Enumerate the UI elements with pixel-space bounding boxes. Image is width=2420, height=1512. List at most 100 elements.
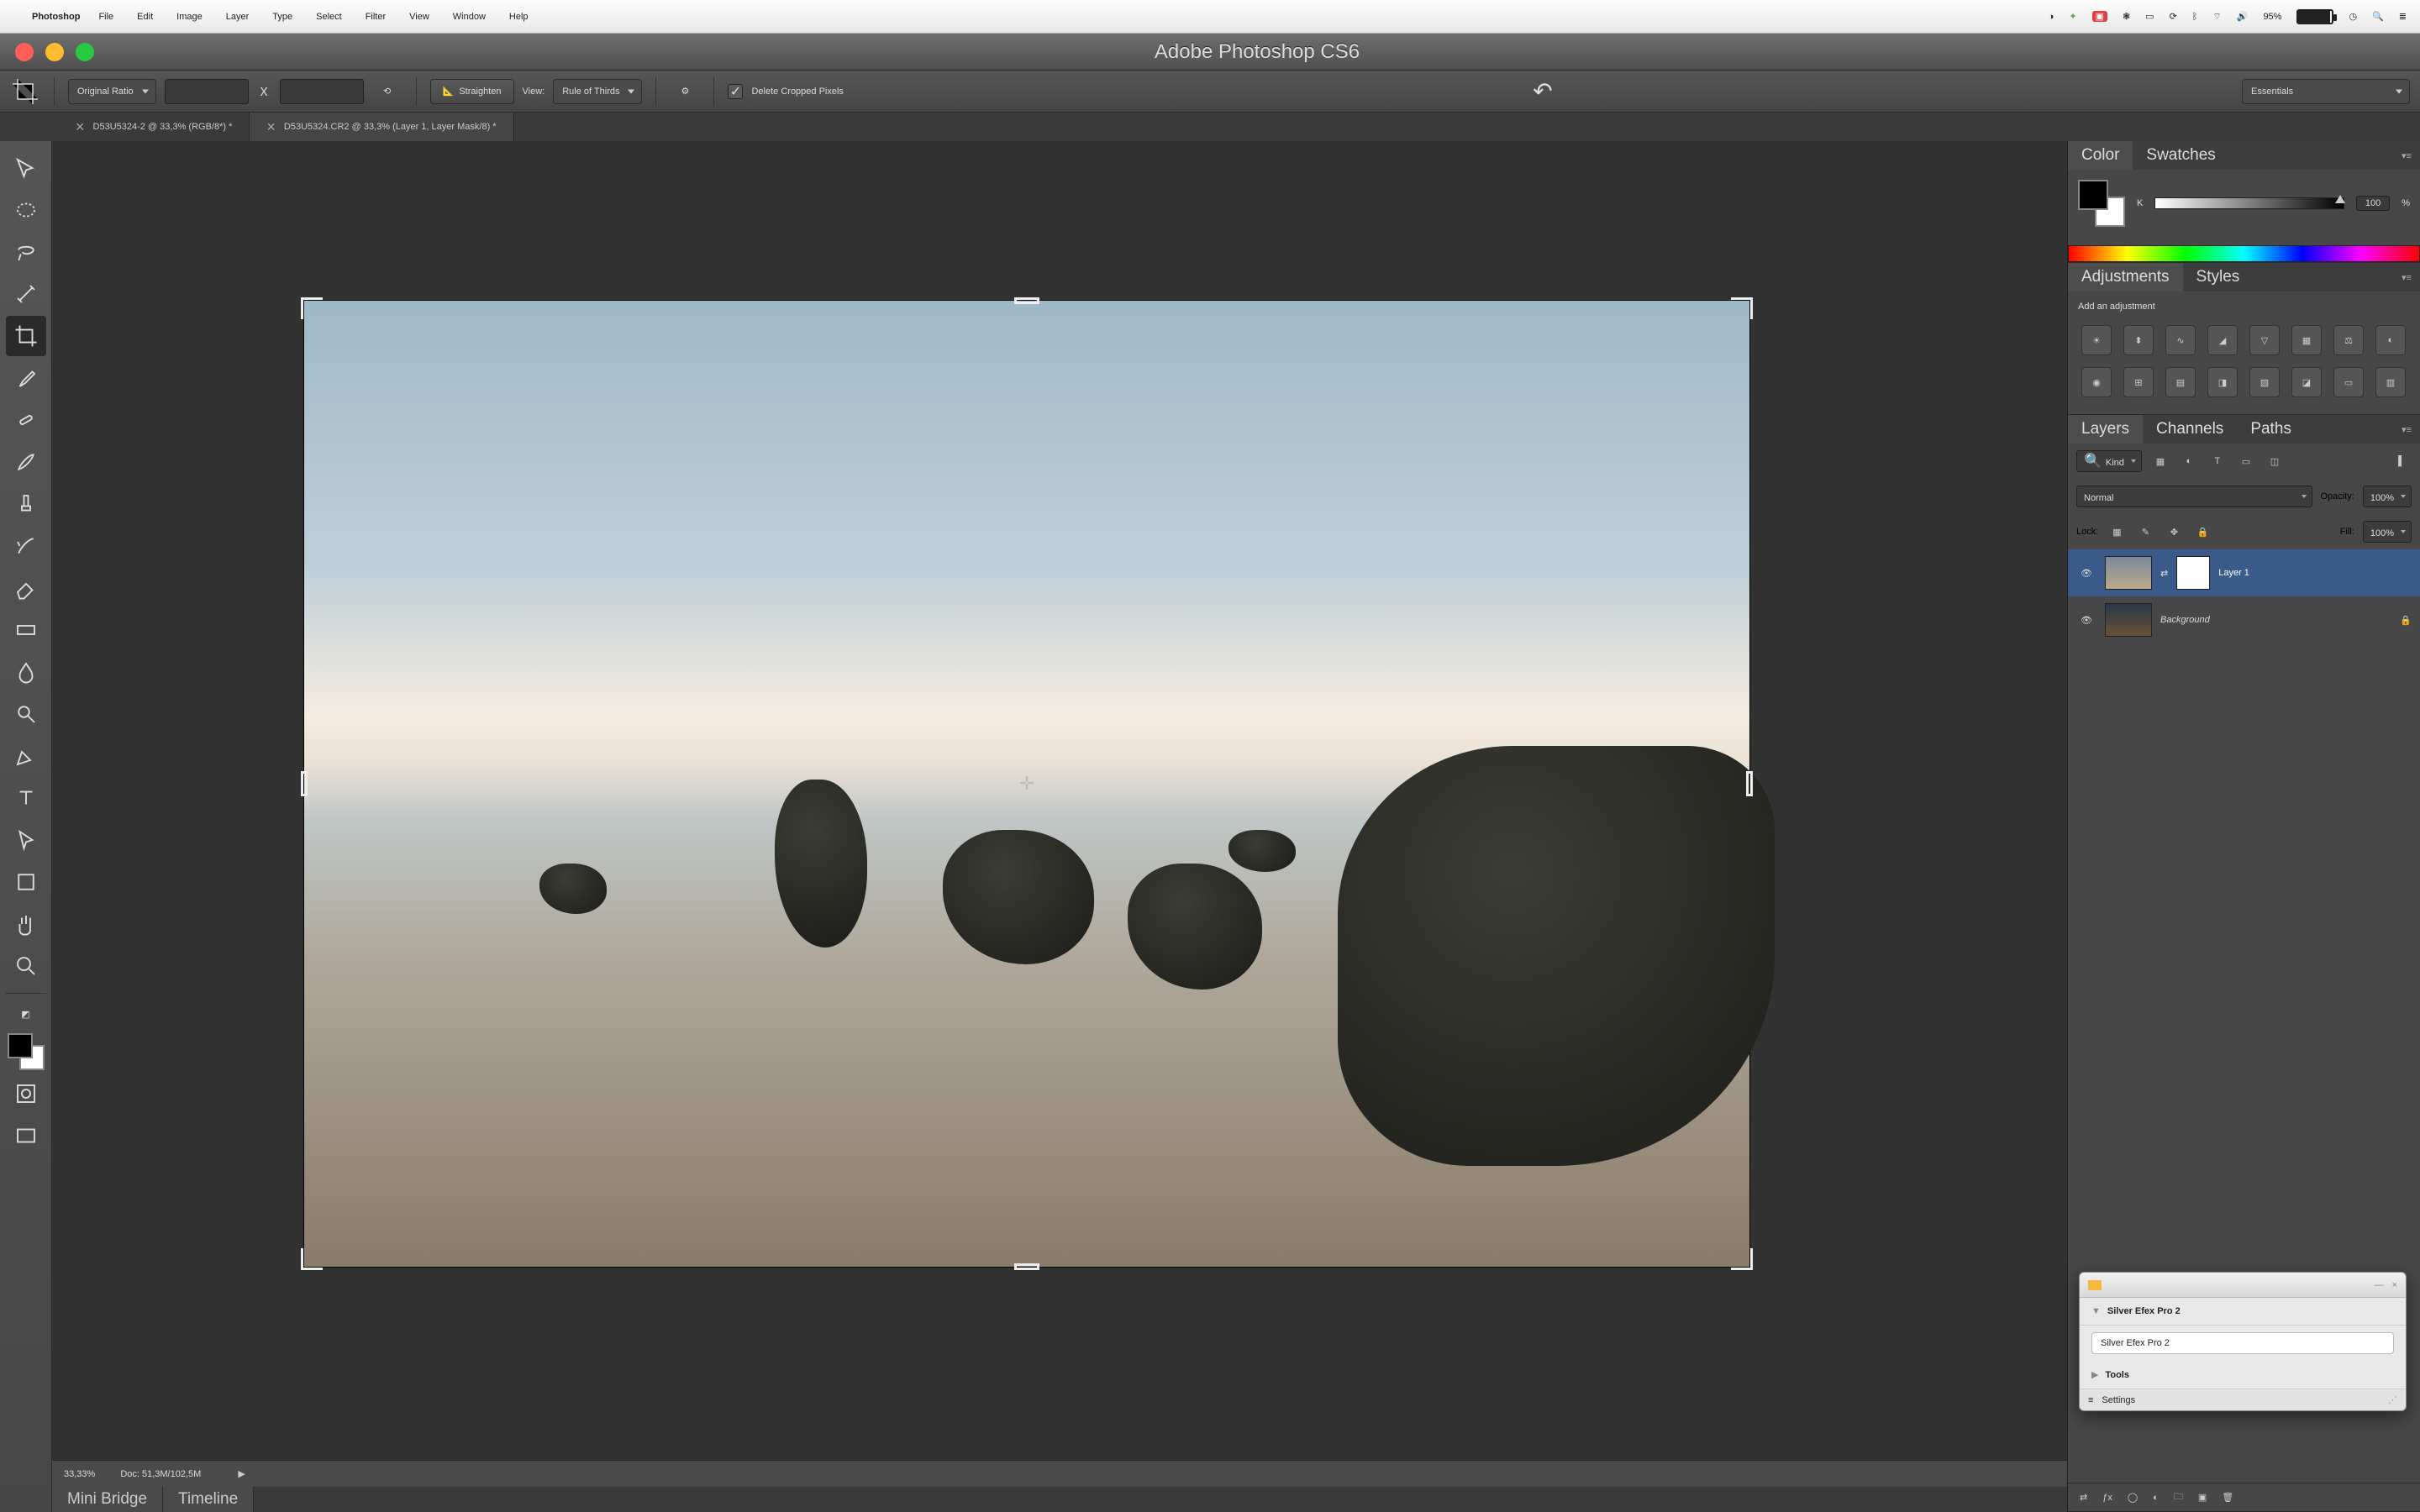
status-wifi-icon[interactable]: ⌔ <box>2212 11 2221 23</box>
status-sync-icon[interactable]: ◑ <box>2049 12 2054 22</box>
crop-options-gear-icon[interactable]: ⚙ <box>670 76 700 107</box>
crop-handle-bottom[interactable] <box>1014 1263 1039 1270</box>
crop-clear-icon[interactable]: ⟲ <box>372 76 402 107</box>
layer-thumbnail[interactable] <box>2105 556 2152 590</box>
adj-photofilter-icon[interactable]: ◉ <box>2081 367 2112 397</box>
tool-pen[interactable] <box>6 736 46 776</box>
status-timemachine-icon[interactable]: ⟳ <box>2170 11 2177 22</box>
menu-select[interactable]: Select <box>316 12 342 22</box>
tab-layers[interactable]: Layers <box>2068 415 2143 444</box>
zoom-level[interactable]: 33,33% <box>64 1469 95 1479</box>
crop-view-dropdown[interactable]: Rule of Thirds <box>553 79 642 104</box>
link-layers-icon[interactable]: ⇄ <box>2080 1492 2087 1503</box>
lock-transparency-icon[interactable]: ▦ <box>2107 522 2127 542</box>
new-adjustment-icon[interactable]: ◐ <box>2153 1493 2159 1503</box>
menu-layer[interactable]: Layer <box>226 12 250 22</box>
disclosure-triangle-icon[interactable]: ▶ <box>2091 1369 2098 1380</box>
tab-adjustments[interactable]: Adjustments <box>2068 263 2183 291</box>
tool-hand[interactable] <box>6 904 46 944</box>
tool-heal[interactable] <box>6 400 46 440</box>
titlebar[interactable]: Adobe Photoshop CS6 <box>0 34 2420 71</box>
link-icon[interactable]: ⇄ <box>2160 568 2168 579</box>
lock-position-icon[interactable]: ✥ <box>2164 522 2184 542</box>
crop-handle-br[interactable] <box>1731 1248 1753 1270</box>
adj-exposure-icon[interactable]: ◢ <box>2207 325 2238 355</box>
crop-handle-bl[interactable] <box>301 1248 323 1270</box>
menu-view[interactable]: View <box>409 12 429 22</box>
panel-menu-icon[interactable]: ▾≡ <box>2393 150 2420 161</box>
undo-history-icon[interactable]: ↶ <box>1528 76 1558 107</box>
adj-bw-icon[interactable]: ◐ <box>2375 325 2406 355</box>
plugin-section-header[interactable]: ▼ Silver Efex Pro 2 <box>2080 1298 2406 1326</box>
filter-adjust-icon[interactable]: ◐ <box>2179 451 2199 471</box>
new-group-icon[interactable]: 🗀 <box>2174 1489 2183 1505</box>
crop-tool-icon[interactable] <box>10 76 40 107</box>
panel-menu-icon[interactable]: ▾≡ <box>2393 272 2420 283</box>
plugin-close-icon[interactable]: × <box>2392 1280 2397 1290</box>
plugin-tools-section[interactable]: ▶ Tools <box>2080 1361 2406 1389</box>
crop-ratio-dropdown[interactable]: Original Ratio <box>68 79 156 104</box>
delete-layer-icon[interactable]: 🗑 <box>2222 1492 2233 1503</box>
tool-blur[interactable] <box>6 652 46 692</box>
filter-smart-icon[interactable]: ◫ <box>2265 451 2285 471</box>
adj-vibrance-icon[interactable]: ▽ <box>2249 325 2280 355</box>
tool-stamp[interactable] <box>6 484 46 524</box>
tool-brush[interactable] <box>6 442 46 482</box>
window-close-button[interactable] <box>15 43 34 61</box>
screen-mode-icon[interactable] <box>6 1116 46 1156</box>
plugin-settings-menu-icon[interactable]: ≡ <box>2088 1395 2093 1405</box>
tool-eraser[interactable] <box>6 568 46 608</box>
menu-filter[interactable]: Filter <box>366 12 386 22</box>
color-swatches[interactable] <box>6 1032 46 1072</box>
filter-shape-icon[interactable]: ▭ <box>2236 451 2256 471</box>
layer-filter-kind[interactable]: 🔍 Kind <box>2076 450 2142 472</box>
menu-edit[interactable]: Edit <box>137 12 153 22</box>
straighten-button[interactable]: 📐Straighten <box>430 79 514 104</box>
plugin-titlebar[interactable]: — × <box>2080 1273 2406 1298</box>
crop-handle-tl[interactable] <box>301 297 323 319</box>
tab-styles[interactable]: Styles <box>2183 263 2254 291</box>
status-battery-icon[interactable] <box>2296 9 2333 24</box>
status-battery-pct[interactable]: 95% <box>2263 12 2281 22</box>
panel-menu-icon[interactable]: ▾≡ <box>2393 424 2420 435</box>
quick-mask-icon[interactable] <box>6 1074 46 1114</box>
crop-handle-tr[interactable] <box>1731 297 1753 319</box>
plugin-panel[interactable]: — × ▼ Silver Efex Pro 2 Silver Efex Pro … <box>2079 1272 2407 1411</box>
tab-swatches[interactable]: Swatches <box>2133 141 2228 170</box>
status-user-icon[interactable]: ▣ <box>2092 11 2107 22</box>
adj-lookup-icon[interactable]: ▤ <box>2165 367 2196 397</box>
status-compass-icon[interactable]: ◷ <box>2349 11 2357 22</box>
plugin-resize-icon[interactable]: ⋰ <box>2388 1394 2397 1405</box>
window-zoom-button[interactable] <box>76 43 94 61</box>
status-menu-icon[interactable]: ▶ <box>238 1468 245 1479</box>
adj-colorbalance-icon[interactable]: ⚖ <box>2333 325 2364 355</box>
menu-help[interactable]: Help <box>509 12 529 22</box>
layer-name[interactable]: Background <box>2160 615 2210 625</box>
layer-thumbnail[interactable] <box>2105 603 2152 637</box>
tool-eyedropper[interactable] <box>6 358 46 398</box>
crop-width-input[interactable] <box>165 79 249 104</box>
crop-handle-left[interactable] <box>301 771 308 796</box>
hue-ramp[interactable] <box>2068 245 2420 262</box>
panel-color-swatch[interactable] <box>2078 180 2125 227</box>
plugin-preset-row[interactable]: Silver Efex Pro 2 <box>2091 1332 2394 1354</box>
new-layer-icon[interactable]: ▣ <box>2198 1492 2207 1503</box>
layer-mask-thumbnail[interactable] <box>2176 556 2210 590</box>
layer-row[interactable]: 👁 ⇄ Layer 1 <box>2068 549 2420 596</box>
adj-selective-icon[interactable]: ▥ <box>2375 367 2406 397</box>
menu-window[interactable]: Window <box>453 12 486 22</box>
document-tab[interactable]: × D53U5324-2 @ 33,3% (RGB/8*) * <box>59 113 250 141</box>
visibility-icon[interactable]: 👁 <box>2076 568 2096 579</box>
status-notifications-icon[interactable]: ≣ <box>2399 11 2407 22</box>
fill-input[interactable]: 100% <box>2363 521 2412 543</box>
crop-height-input[interactable] <box>280 79 364 104</box>
layer-fx-icon[interactable]: ƒx <box>2102 1493 2112 1503</box>
tool-marquee[interactable] <box>6 190 46 230</box>
lock-pixels-icon[interactable]: ✎ <box>2135 522 2155 542</box>
tool-zoom[interactable] <box>6 946 46 986</box>
status-volume-icon[interactable]: 🔊 <box>2237 11 2249 22</box>
window-minimize-button[interactable] <box>45 43 64 61</box>
disclosure-triangle-icon[interactable]: ▼ <box>2091 1306 2101 1316</box>
lock-all-icon[interactable]: 🔒 <box>2192 522 2212 542</box>
document-tab[interactable]: × D53U5324.CR2 @ 33,3% (Layer 1, Layer M… <box>250 113 513 141</box>
